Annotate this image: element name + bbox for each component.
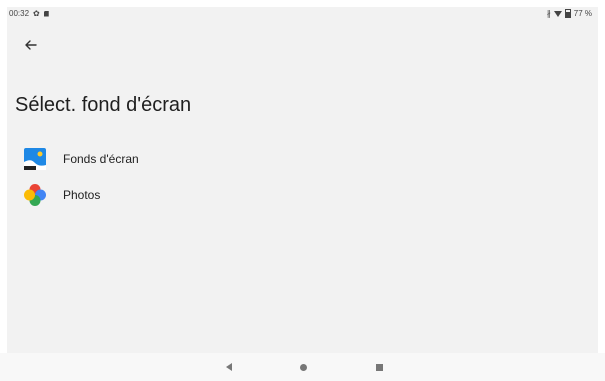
status-right: ∦ 77 % xyxy=(547,9,592,18)
navigation-bar xyxy=(0,353,605,381)
list-item-label: Photos xyxy=(63,188,101,202)
battery-icon xyxy=(564,9,571,18)
status-time: 00:32 xyxy=(9,9,30,18)
settings-icon: ✿ xyxy=(33,8,40,18)
list-item-label: Fonds d'écran xyxy=(63,152,139,166)
nav-recents-button[interactable] xyxy=(371,360,387,374)
bluetooth-icon: ∦ xyxy=(546,9,551,18)
nav-back-button[interactable] xyxy=(221,360,237,374)
nav-home-button[interactable] xyxy=(295,360,311,374)
back-triangle-icon xyxy=(226,363,232,371)
google-photos-icon xyxy=(24,184,46,206)
list-item-photos[interactable]: Photos xyxy=(7,177,598,213)
wifi-icon xyxy=(553,10,562,17)
wallpapers-app-icon xyxy=(24,148,46,170)
battery-percent: 77 % xyxy=(573,9,592,18)
page-title: Sélect. fond d'écran xyxy=(15,94,192,116)
status-bar: 00:32 ✿ ∦ 77 % xyxy=(7,7,598,21)
arrow-left-icon xyxy=(25,40,37,50)
app-screen: 00:32 ✿ ∦ 77 % Sélect. fond d'écran Fond… xyxy=(7,7,598,353)
list-item-wallpapers[interactable]: Fonds d'écran xyxy=(7,141,598,177)
wallpaper-source-list: Fonds d'écran Photos xyxy=(7,141,598,213)
sd-card-icon xyxy=(43,10,49,17)
back-button[interactable] xyxy=(20,34,42,56)
status-left: 00:32 ✿ xyxy=(9,9,49,18)
recents-square-icon xyxy=(375,363,383,371)
home-circle-icon xyxy=(299,363,307,371)
